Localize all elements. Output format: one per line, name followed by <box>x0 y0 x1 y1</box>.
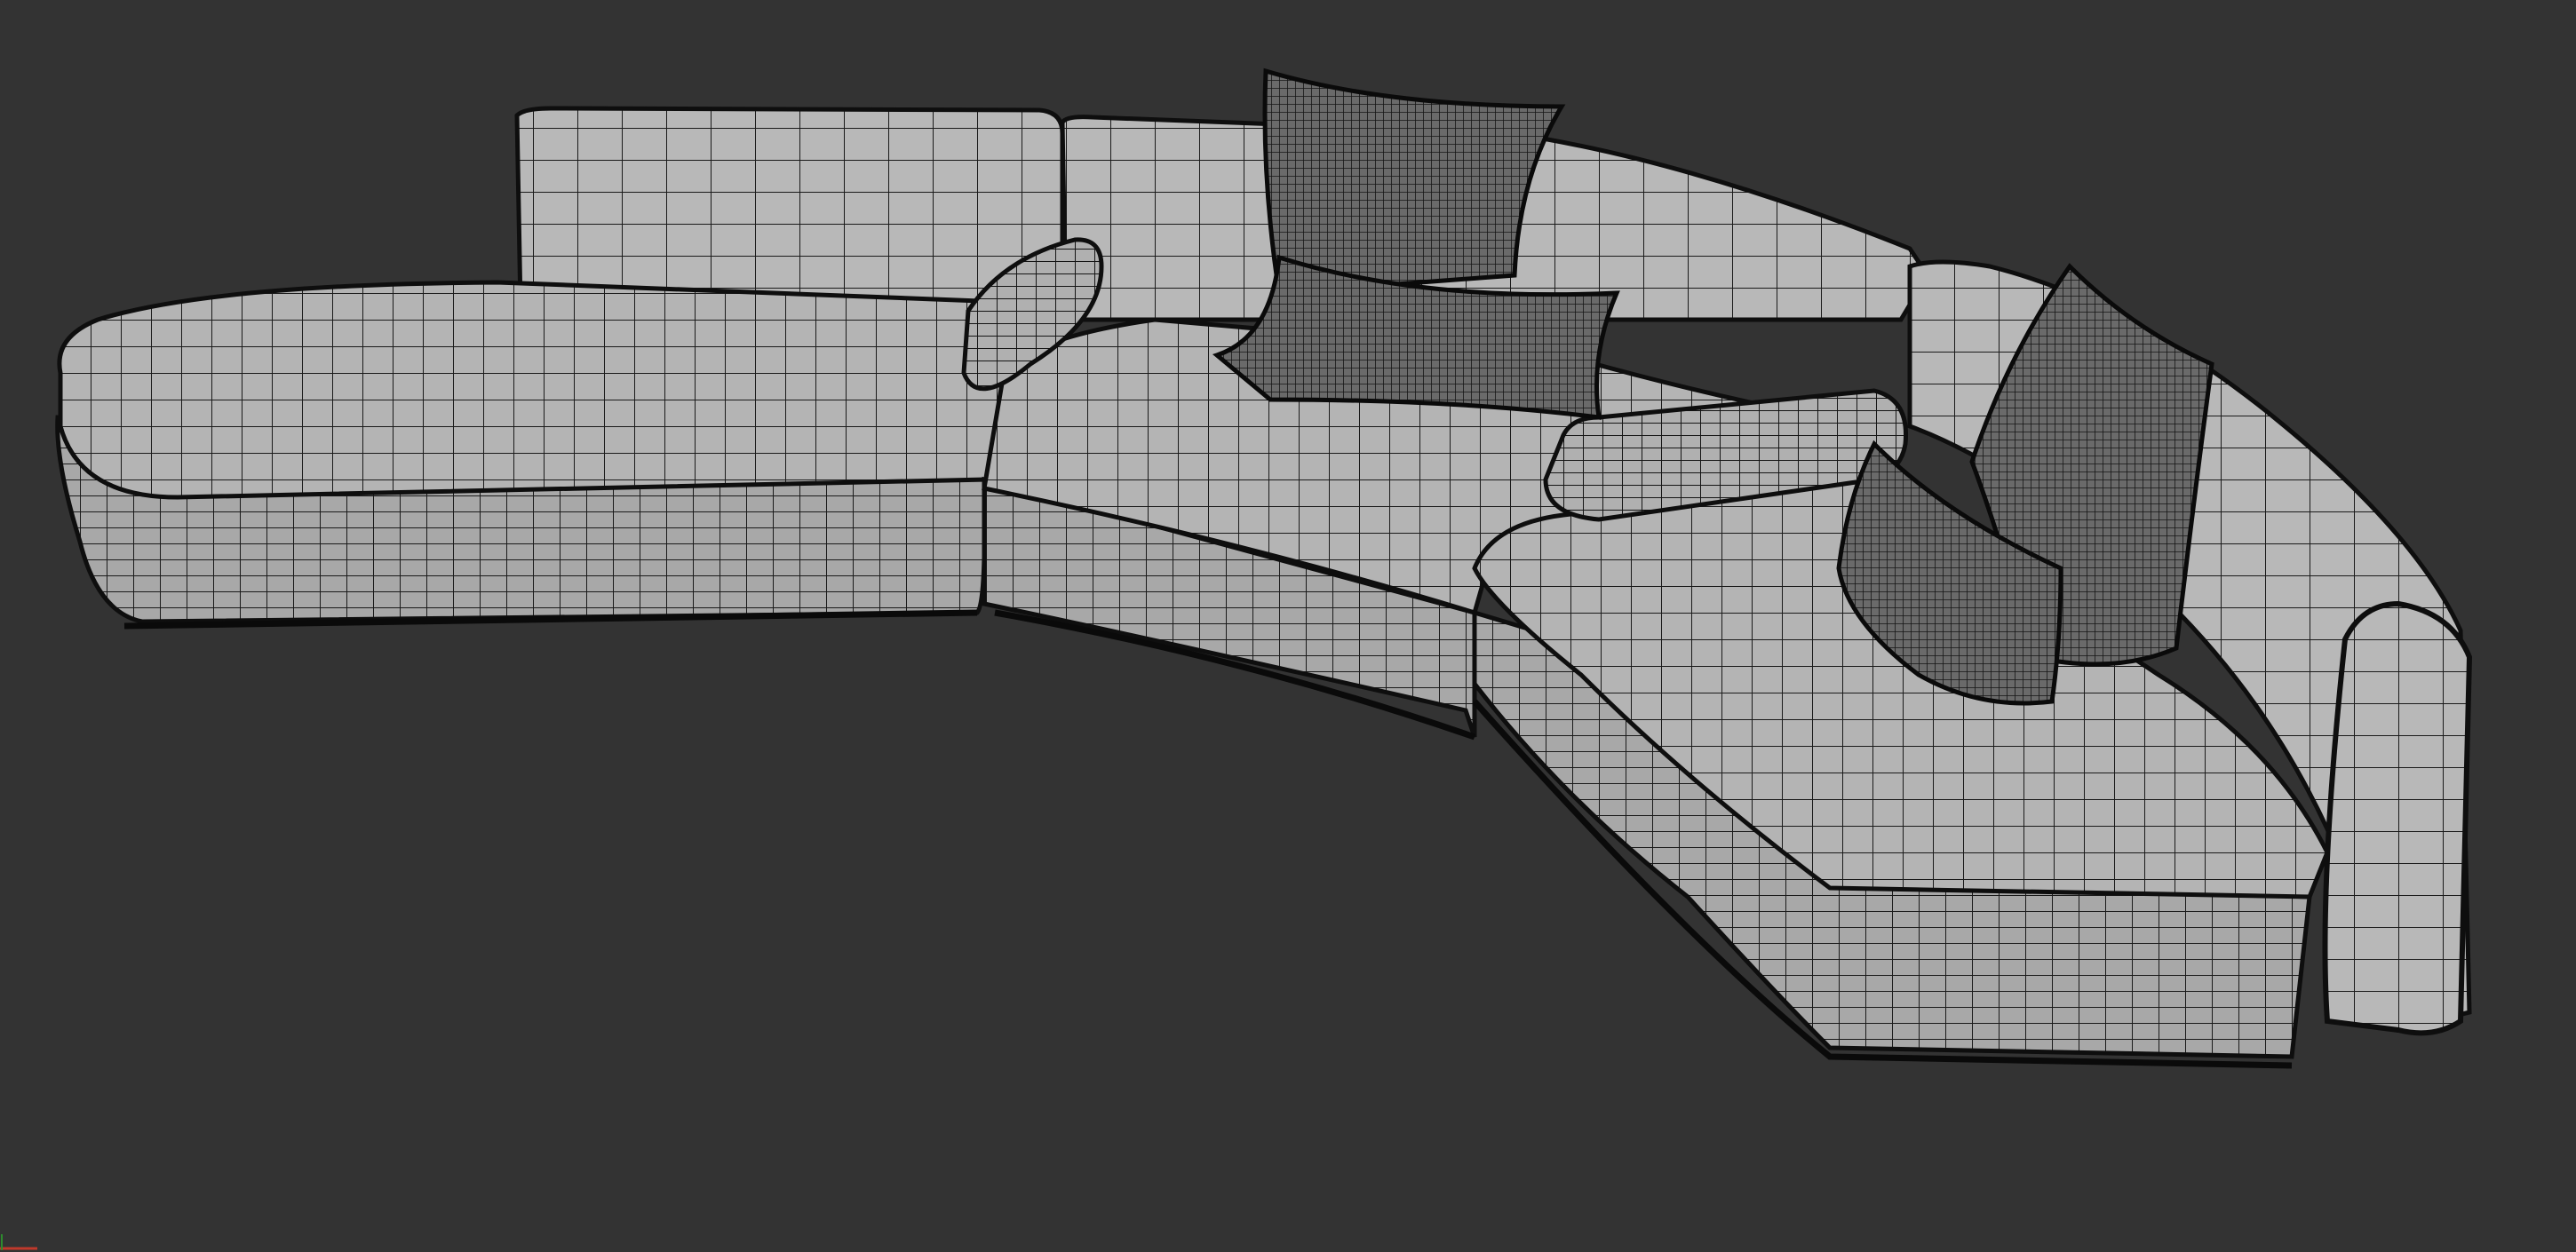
sofa-wireframe-render <box>55 67 2473 1069</box>
axis-gizmo-icon <box>0 1234 37 1250</box>
pillow-back-center <box>1262 67 1566 296</box>
3d-viewport[interactable] <box>0 0 2576 1252</box>
right-armrest <box>2322 600 2473 1036</box>
left-backrest <box>514 106 1065 309</box>
left-chaise-module <box>55 280 1013 630</box>
